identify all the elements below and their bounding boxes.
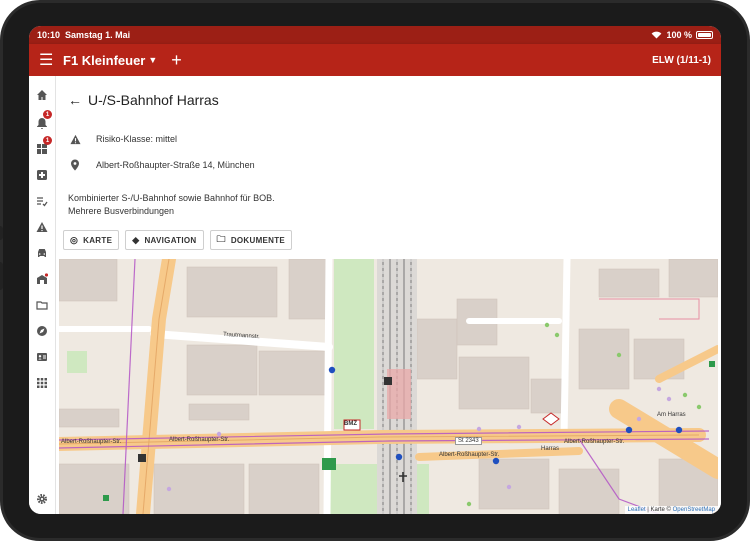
navigation-rail: 1 1 [29, 76, 56, 514]
documents-button-label: DOKUMENTE [230, 235, 286, 245]
street-label: Albert-Roßhaupter-Str. [439, 452, 500, 458]
compass-icon[interactable] [35, 324, 49, 338]
street-label: Albert-Roßhaupter-Str. [61, 439, 122, 445]
chevron-down-icon[interactable]: ▼ [148, 55, 157, 65]
navigation-diamond-icon: ◆ [132, 234, 140, 245]
street-label: St 2343 [455, 437, 482, 445]
action-buttons: ◎ KARTE ◆ NAVIGATION 🗀 DOKUMENTE [63, 230, 293, 250]
tablet-side-button [0, 262, 3, 290]
battery-level: 100 % [666, 30, 692, 40]
medical-cross-icon[interactable] [35, 168, 49, 182]
risk-class: Risiko-Klasse: mittel [96, 134, 178, 144]
navigation-button[interactable]: ◆ NAVIGATION [125, 230, 204, 250]
menu-icon[interactable]: ☰ [39, 50, 59, 70]
map-button-label: KARTE [83, 235, 113, 245]
warning-icon [68, 132, 82, 146]
map-button[interactable]: ◎ KARTE [63, 230, 120, 250]
vehicle-icon[interactable] [35, 246, 49, 260]
address: Albert-Roßhaupter-Straße 14, München [96, 160, 255, 170]
alarm-badge: 1 [43, 110, 52, 119]
street-label: Albert-Roßhaupter-Str. [564, 439, 625, 445]
navigation-button-label: NAVIGATION [144, 235, 197, 245]
wifi-icon [652, 31, 662, 39]
add-icon[interactable]: + [171, 51, 182, 69]
checklist-icon[interactable] [35, 194, 49, 208]
dashboard-badge: 1 [43, 136, 52, 145]
status-bar: 10:10 Samstag 1. Mai 100 % [29, 26, 721, 44]
location-pin-icon [68, 158, 82, 172]
home-icon[interactable] [35, 88, 49, 102]
unit-label[interactable]: ELW (1/11-1) [652, 55, 711, 66]
description-line: Mehrere Busverbindungen [68, 206, 175, 216]
leaflet-link[interactable]: Leaflet [628, 507, 646, 513]
battery-icon [696, 31, 713, 39]
street-label: Harras [541, 446, 560, 452]
target-icon: ◎ [70, 234, 79, 245]
street-label: Albert-Roßhaupter-Str. [169, 437, 230, 443]
attribution-separator: | Karte © [645, 507, 673, 513]
building-icon[interactable] [35, 272, 49, 286]
incident-title[interactable]: F1 Kleinfeuer [63, 53, 145, 68]
bmz-label: BMZ [344, 421, 357, 427]
app-screen: 10:10 Samstag 1. Mai 100 % ☰ F1 Kleinfeu… [29, 26, 721, 514]
documents-button[interactable]: 🗀 DOKUMENTE [209, 230, 293, 250]
object-detail: ← U-/S-Bahnhof Harras Risiko-Klasse: mit… [56, 76, 721, 514]
description: Kombinierter S-/U-Bahnhof sowie Bahnhof … [68, 192, 275, 218]
street-label: Am Harras [657, 412, 686, 418]
tablet-side-button [0, 226, 3, 240]
status-date: Samstag 1. Mai [65, 30, 131, 40]
map-attribution: Leaflet | Karte © OpenStreetMap [624, 506, 718, 514]
folder-icon[interactable] [35, 298, 49, 312]
description-line: Kombinierter S-/U-Bahnhof sowie Bahnhof … [68, 193, 275, 203]
apps-grid-icon[interactable] [35, 376, 49, 390]
risk-row: Risiko-Klasse: mittel [68, 132, 177, 146]
settings-gear-icon[interactable] [35, 492, 49, 506]
folder-icon: 🗀 [216, 234, 226, 244]
back-arrow-icon[interactable]: ← [68, 92, 82, 108]
map-view[interactable]: Trautmannstr. Albert-Roßhaupter-Str. Alb… [59, 259, 718, 514]
warning-icon[interactable] [35, 220, 49, 234]
status-time: 10:10 [37, 30, 61, 40]
osm-link[interactable]: OpenStreetMap [673, 507, 715, 513]
page-title: U-/S-Bahnhof Harras [88, 92, 219, 108]
map-tiles [59, 259, 718, 514]
contact-card-icon[interactable] [35, 350, 49, 364]
app-bar: ☰ F1 Kleinfeuer ▼ + ELW (1/11-1) [29, 44, 721, 76]
address-row: Albert-Roßhaupter-Straße 14, München [68, 158, 255, 172]
